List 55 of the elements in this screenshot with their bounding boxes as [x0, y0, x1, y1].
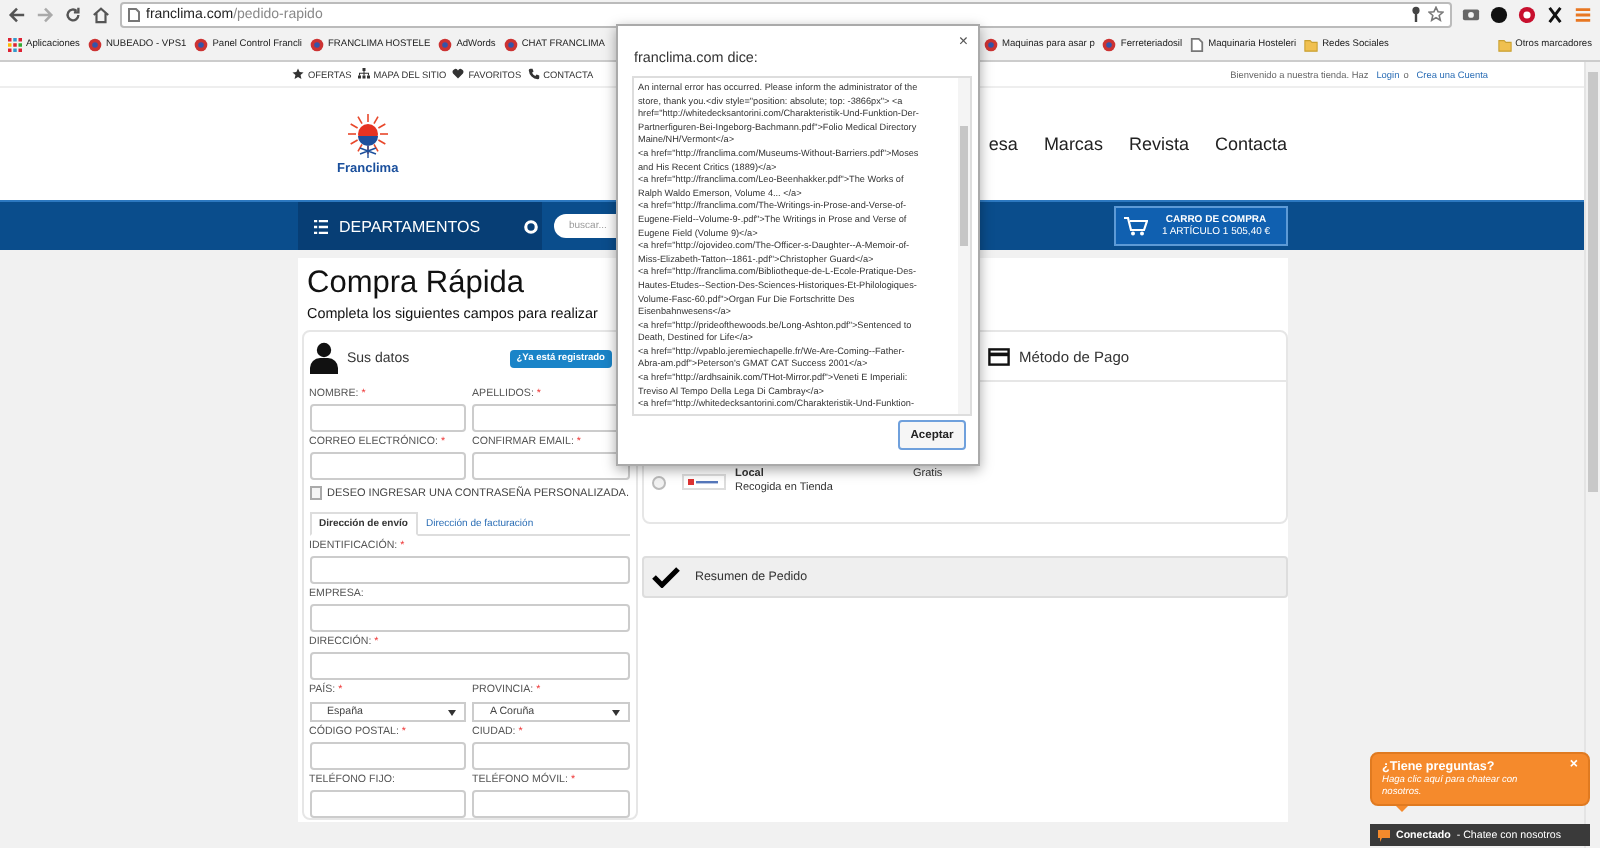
page-title: Compra Rápida — [307, 266, 525, 302]
site-icon — [1102, 37, 1117, 51]
site-icon — [310, 37, 324, 51]
page-icon — [1190, 37, 1205, 51]
heart-icon — [452, 68, 465, 80]
logo-icon[interactable] — [343, 113, 392, 159]
checkbox[interactable] — [309, 486, 322, 500]
folder-icon — [1497, 37, 1512, 51]
input-field[interactable] — [309, 404, 466, 432]
menu-icon[interactable] — [1574, 5, 1592, 23]
reload-icon[interactable] — [64, 5, 82, 23]
card-icon — [987, 347, 1009, 365]
input-field[interactable] — [309, 604, 629, 632]
user-icon — [309, 342, 337, 374]
check-icon — [651, 566, 679, 588]
folder-icon — [1304, 37, 1319, 51]
cart-icon — [1123, 216, 1147, 236]
departments-button[interactable]: DEPARTAMENTOS — [297, 202, 541, 250]
caret-icon — [611, 709, 619, 715]
ring-icon — [523, 219, 537, 233]
caret-icon — [448, 709, 456, 715]
input-field[interactable] — [309, 790, 466, 818]
extension-icon[interactable] — [1546, 5, 1564, 23]
input-field[interactable] — [472, 790, 629, 818]
site-icon — [984, 37, 998, 51]
sitemap-icon — [357, 68, 370, 80]
site-icon — [503, 37, 518, 51]
menu-link[interactable]: Revista — [1128, 134, 1189, 154]
input-field[interactable] — [309, 742, 466, 770]
menu-link[interactable]: esa — [988, 134, 1018, 154]
forward-icon[interactable] — [36, 5, 54, 23]
scrollbar[interactable] — [958, 78, 970, 414]
logo-icon — [681, 474, 725, 490]
bookmark-star-icon[interactable] — [1428, 6, 1444, 22]
menu-link[interactable]: Contacta — [1214, 134, 1287, 154]
input-field[interactable] — [472, 742, 629, 770]
menu-link[interactable]: Marcas — [1043, 134, 1103, 154]
input-field[interactable] — [309, 452, 466, 480]
camera-icon[interactable] — [1462, 6, 1480, 22]
site-icon — [438, 37, 453, 51]
site-icon — [194, 37, 209, 51]
star-icon — [292, 68, 304, 80]
scrollbar-thumb[interactable] — [1588, 72, 1598, 492]
chat-icon — [1378, 829, 1390, 841]
input-field[interactable] — [309, 652, 629, 680]
site-icon — [87, 37, 102, 51]
phone-icon — [527, 68, 540, 80]
list-icon — [313, 219, 327, 233]
input-field[interactable] — [309, 556, 629, 584]
radio-button[interactable] — [651, 475, 665, 489]
back-icon[interactable] — [8, 5, 26, 23]
close-button[interactable]: × — [958, 32, 968, 50]
home-icon[interactable] — [92, 5, 110, 23]
apps-icon — [8, 37, 22, 51]
page-icon — [128, 7, 140, 21]
